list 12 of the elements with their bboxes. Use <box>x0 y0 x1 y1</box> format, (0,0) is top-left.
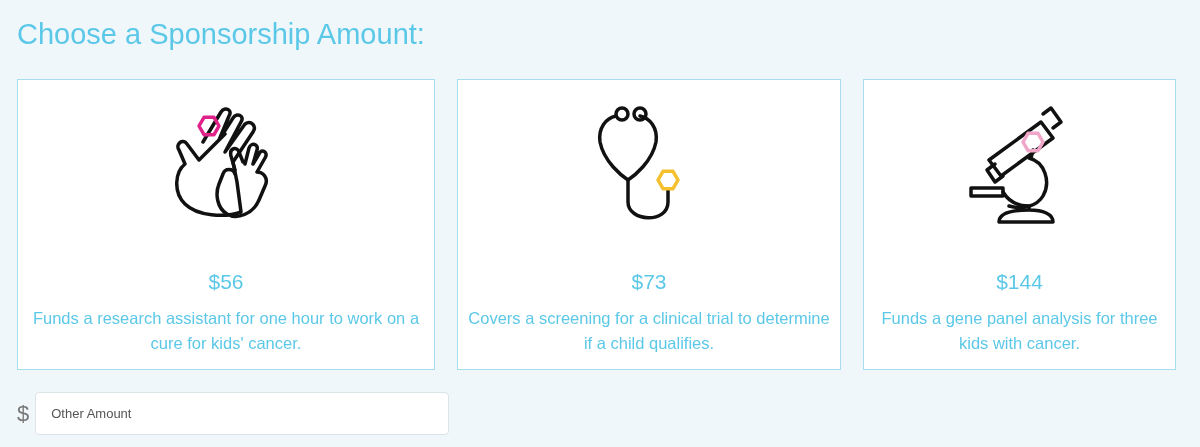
sponsorship-card[interactable]: $56 Funds a research assistant for one hour to work on a cure for kids' cancer. <box>17 79 435 370</box>
sponsorship-card[interactable]: $144 Funds a gene panel analysis for three kids with cancer. <box>863 79 1176 370</box>
amount-text: $73 <box>631 270 667 294</box>
amount-text: $56 <box>208 270 244 294</box>
page-title: Choose a Sponsorship Amount: <box>17 17 426 52</box>
currency-symbol: $ <box>17 400 30 427</box>
description-text: Funds a research assistant for one hour to work on a cure for kids' cancer. <box>31 308 421 354</box>
description-text: Funds a gene panel analysis for three kids with cancer. <box>880 308 1159 354</box>
other-amount-field[interactable]: Other Amount <box>35 392 450 435</box>
sponsorship-card[interactable]: $73 Covers a screening for a clinical trial to determine if a child qualifies. <box>457 79 841 370</box>
amount-text: $144 <box>996 270 1043 294</box>
description-text: Covers a screening for a clinical trial to determine if a child qualifies. <box>467 308 831 354</box>
